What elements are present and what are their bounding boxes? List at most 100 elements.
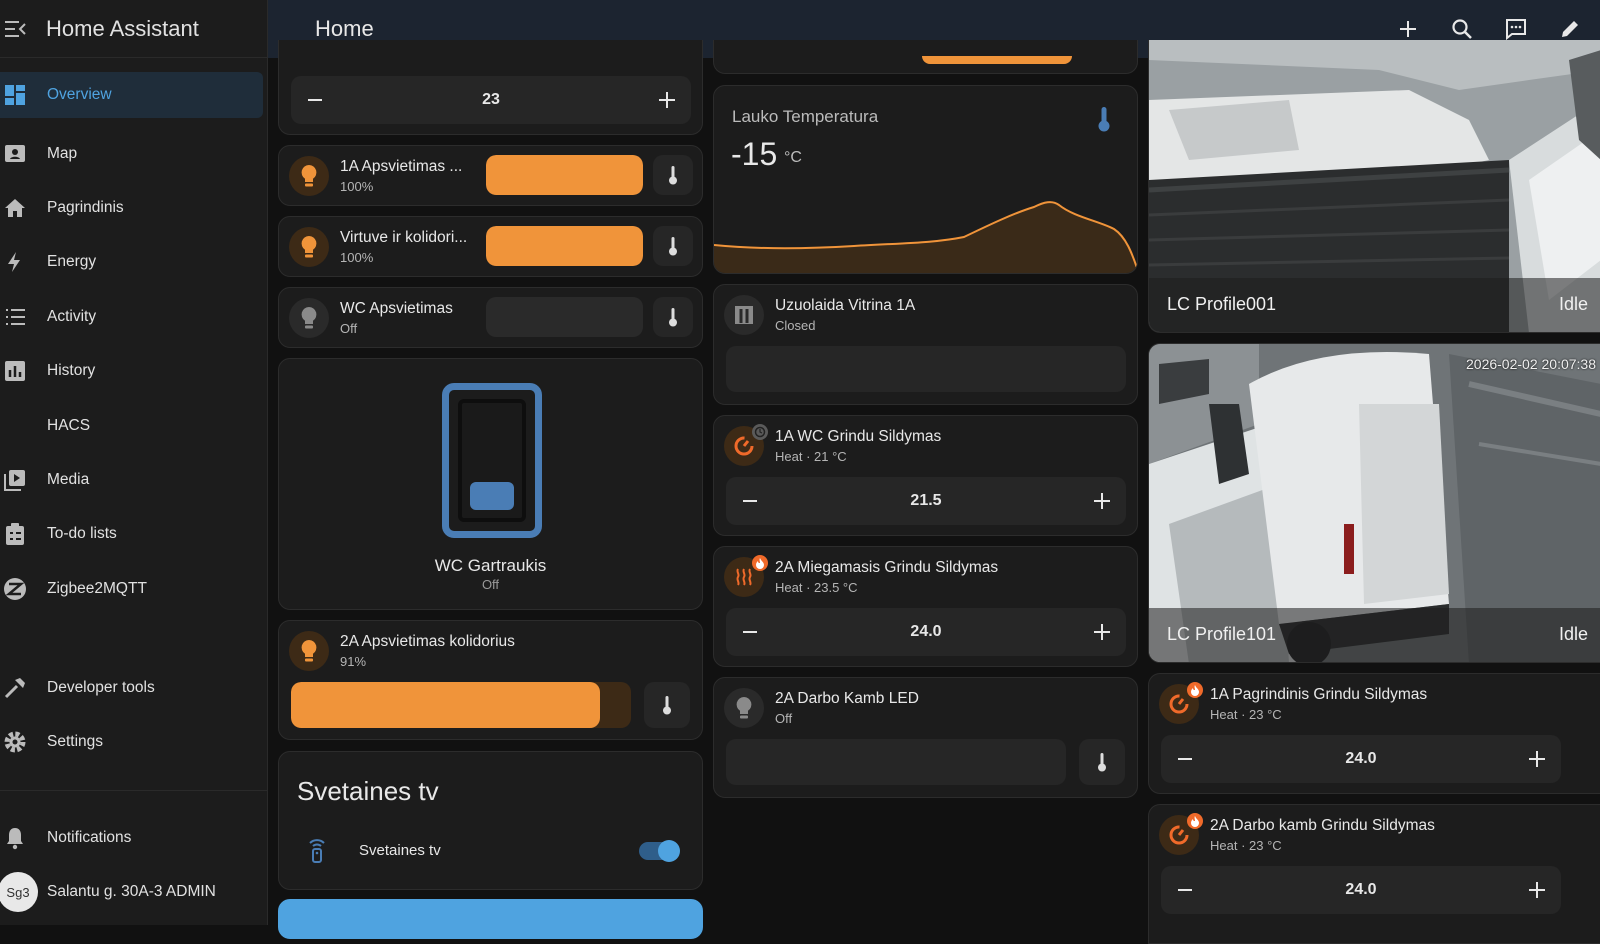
menu-collapse-icon[interactable] — [0, 13, 32, 45]
sidebar-item-label: Developer tools — [47, 679, 155, 696]
sidebar-item-energy[interactable]: Energy — [0, 235, 267, 289]
app-title: Home Assistant — [46, 15, 199, 41]
sensor-value: -15 — [731, 136, 778, 172]
tile-state: Heat · 23.5 °C — [775, 580, 858, 595]
gear-icon — [3, 730, 27, 754]
cover-control[interactable] — [442, 383, 542, 538]
sidebar-item-developer-tools[interactable]: Developer tools — [0, 665, 267, 711]
target-temperature-stepper[interactable]: 24.0 — [726, 608, 1126, 656]
power-toggle[interactable] — [639, 840, 680, 862]
sidebar-item-todo[interactable]: To-do lists — [0, 507, 267, 561]
tile-state: 100% — [340, 179, 374, 194]
hammer-icon — [3, 676, 27, 700]
tile-name: 2A Darbo kamb Grindu Sildymas — [1210, 817, 1435, 834]
brightness-slider[interactable] — [486, 155, 643, 195]
page-title: Home — [315, 16, 374, 41]
map-icon — [3, 142, 27, 166]
thermometer-icon[interactable] — [653, 226, 693, 266]
target-temperature-stepper[interactable]: 24.0 — [1161, 735, 1561, 783]
camera-name: LC Profile101 — [1167, 624, 1277, 644]
sidebar-item-history[interactable]: History — [0, 344, 267, 398]
tile-name: WC Apsvietimas — [340, 300, 453, 317]
plus-icon[interactable] — [1090, 489, 1114, 513]
sidebar-item-zigbee2mqtt[interactable]: Zigbee2MQTT — [0, 562, 267, 616]
minus-icon[interactable] — [738, 489, 762, 513]
climate-tile-1a-wc[interactable]: 1A WC Grindu Sildymas Heat · 21 °C 21.5 — [713, 415, 1138, 536]
brightness-slider[interactable] — [726, 739, 1066, 785]
stepper-value: 23 — [482, 91, 500, 108]
avatar: Sg3 — [0, 872, 38, 912]
climate-tile-1a-pagrindinis[interactable]: 1A Pagrindinis Grindu Sildymas Heat · 23… — [1148, 673, 1600, 794]
brightness-slider[interactable] — [291, 682, 631, 728]
thermometer-icon[interactable] — [644, 682, 690, 728]
sidebar-item-media[interactable]: Media — [0, 453, 267, 507]
tile-name: 1A WC Grindu Sildymas — [775, 428, 942, 445]
thermometer-icon[interactable] — [653, 297, 693, 337]
cover-tile-uzuolaida[interactable]: Uzuolaida Vitrina 1A Closed — [713, 284, 1138, 405]
climate-tile-2a-miegamasis[interactable]: 2A Miegamasis Grindu Sildymas Heat · 23.… — [713, 546, 1138, 667]
minus-icon[interactable] — [303, 88, 327, 112]
clock-icon — [752, 424, 768, 440]
camera-card-lc-profile001[interactable]: LC Profile001 Idle — [1148, 40, 1600, 333]
climate-tile-2a-darbo-kamb[interactable]: 2A Darbo kamb Grindu Sildymas Heat · 23 … — [1148, 804, 1600, 944]
stepper-value: 24.0 — [1345, 750, 1377, 767]
light-tile-wc-apsvietimas[interactable]: WC Apsvietimas Off — [278, 287, 703, 348]
thermometer-icon[interactable] — [653, 155, 693, 195]
sidebar-item-map[interactable]: Map — [0, 126, 267, 180]
sidebar-item-label: To-do lists — [47, 525, 117, 543]
sidebar-item-activity[interactable]: Activity — [0, 290, 267, 344]
sidebar-item-notifications[interactable]: Notifications — [0, 815, 267, 861]
light-tile-virtuve[interactable]: Virtuve ir kolidori... 100% — [278, 216, 703, 277]
overview-grid-icon — [3, 83, 27, 107]
thermometer-icon — [1098, 106, 1110, 137]
plus-icon[interactable] — [655, 88, 679, 112]
brightness-fill — [291, 682, 601, 728]
lightbulb-icon[interactable] — [289, 631, 329, 671]
target-temperature-stepper[interactable]: 24.0 — [1161, 866, 1561, 914]
target-temperature-stepper[interactable]: 21.5 — [726, 477, 1126, 525]
sidebar-item-user[interactable]: Sg3 Salantu g. 30A-3 ADMIN — [0, 869, 267, 915]
plus-icon[interactable] — [1525, 878, 1549, 902]
sidebar-item-overview[interactable]: Overview — [0, 72, 263, 118]
plus-icon[interactable] — [1525, 747, 1549, 771]
cover-handle[interactable] — [470, 482, 514, 510]
sidebar-item-pagrindinis[interactable]: Pagrindinis — [0, 181, 267, 235]
brightness-slider[interactable] — [486, 297, 643, 337]
light-tile-2a-apsvietimas[interactable]: 2A Apsvietimas kolidorius 91% — [278, 620, 703, 740]
lightbulb-icon[interactable] — [724, 688, 764, 728]
sidebar-item-hacs[interactable]: HACS — [0, 398, 267, 452]
sidebar-divider — [0, 790, 267, 791]
tile-state: Closed — [775, 318, 816, 333]
camera-card-lc-profile101[interactable]: 2026-02-02 20:07:38 LC Profile101 Idle — [1148, 343, 1600, 663]
sidebar-header: Home Assistant — [0, 0, 267, 58]
cover-position-slider[interactable] — [726, 346, 1126, 392]
tile-name: Uzuolaida Vitrina 1A — [775, 297, 916, 314]
brightness-slider[interactable] — [486, 226, 643, 266]
cover-name: WC Gartraukis — [434, 556, 547, 575]
tile-name: Virtuve ir kolidori... — [340, 229, 468, 246]
lightning-icon — [3, 250, 27, 274]
flame-icon — [1187, 682, 1203, 698]
sidebar-nav: Overview Map Pagrindinis Energy Activity… — [0, 72, 267, 616]
curtain-icon[interactable] — [724, 295, 764, 335]
light-tile-1a-apsvietimas[interactable]: 1A Apsvietimas ... 100% — [278, 145, 703, 206]
sidebar-item-settings[interactable]: Settings — [0, 719, 267, 765]
cover-card-wc-gartraukis[interactable]: WC Gartraukis Off — [278, 358, 703, 610]
minus-icon[interactable] — [1173, 747, 1197, 771]
lightbulb-icon[interactable] — [289, 227, 329, 267]
tile-state: Heat · 23 °C — [1210, 838, 1282, 853]
thermometer-icon[interactable] — [1079, 739, 1125, 785]
light-tile-2a-darbo-led[interactable]: 2A Darbo Kamb LED Off — [713, 677, 1138, 798]
minus-icon[interactable] — [738, 620, 762, 644]
sensor-name: Lauko Temperatura — [732, 107, 879, 126]
cover-state: Off — [481, 577, 500, 592]
brightness-fill — [486, 226, 643, 266]
tile-name: 2A Apsvietimas kolidorius — [340, 633, 515, 650]
minus-icon[interactable] — [1173, 878, 1197, 902]
sensor-card-lauko-temperatura[interactable]: Lauko Temperatura -15 °C — [713, 85, 1138, 274]
plus-icon[interactable] — [1090, 620, 1114, 644]
temperature-stepper[interactable]: 23 — [291, 76, 691, 124]
sidebar-item-label: Media — [47, 470, 90, 488]
lightbulb-icon[interactable] — [289, 298, 329, 338]
lightbulb-icon[interactable] — [289, 156, 329, 196]
